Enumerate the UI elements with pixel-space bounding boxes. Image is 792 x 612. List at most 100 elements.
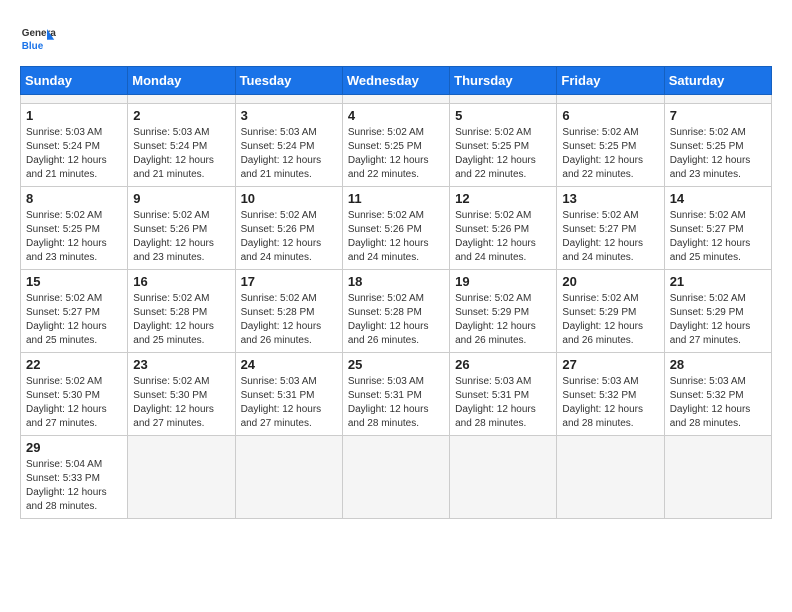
- day-number: 13: [562, 191, 658, 206]
- header-wednesday: Wednesday: [342, 67, 449, 95]
- day-info: Sunrise: 5:03 AM Sunset: 5:24 PM Dayligh…: [133, 126, 229, 182]
- day-info: Sunrise: 5:02 AM Sunset: 5:29 PM Dayligh…: [670, 292, 766, 348]
- calendar-day: [235, 95, 342, 104]
- calendar-day: 5 Sunrise: 5:02 AM Sunset: 5:25 PM Daylig…: [450, 104, 557, 187]
- day-number: 23: [133, 357, 229, 372]
- day-info: Sunrise: 5:02 AM Sunset: 5:25 PM Dayligh…: [348, 126, 444, 182]
- day-info: Sunrise: 5:02 AM Sunset: 5:27 PM Dayligh…: [562, 209, 658, 265]
- day-number: 25: [348, 357, 444, 372]
- day-info: Sunrise: 5:04 AM Sunset: 5:33 PM Dayligh…: [26, 458, 122, 514]
- day-number: 16: [133, 274, 229, 289]
- day-number: 15: [26, 274, 122, 289]
- day-info: Sunrise: 5:03 AM Sunset: 5:31 PM Dayligh…: [348, 375, 444, 431]
- calendar-day: 8 Sunrise: 5:02 AM Sunset: 5:25 PM Daylig…: [21, 187, 128, 270]
- calendar-day: 27Sunrise: 5:03 AM Sunset: 5:32 PM Dayli…: [557, 353, 664, 436]
- calendar-day: [342, 95, 449, 104]
- calendar-day: 26Sunrise: 5:03 AM Sunset: 5:31 PM Dayli…: [450, 353, 557, 436]
- day-number: 12: [455, 191, 551, 206]
- day-number: 2: [133, 108, 229, 123]
- day-info: Sunrise: 5:02 AM Sunset: 5:27 PM Dayligh…: [26, 292, 122, 348]
- day-number: 9: [133, 191, 229, 206]
- calendar-day: 1 Sunrise: 5:03 AM Sunset: 5:24 PM Daylig…: [21, 104, 128, 187]
- day-info: Sunrise: 5:03 AM Sunset: 5:24 PM Dayligh…: [241, 126, 337, 182]
- calendar-day: 17 Sunrise: 5:02 AM Sunset: 5:28 PM Dayli…: [235, 270, 342, 353]
- day-number: 20: [562, 274, 658, 289]
- day-info: Sunrise: 5:02 AM Sunset: 5:27 PM Dayligh…: [670, 209, 766, 265]
- calendar-day: 20Sunrise: 5:02 AM Sunset: 5:29 PM Dayli…: [557, 270, 664, 353]
- calendar-day: [450, 436, 557, 519]
- day-number: 28: [670, 357, 766, 372]
- calendar-week-row: 29 Sunrise: 5:04 AM Sunset: 5:33 PM Dayli…: [21, 436, 772, 519]
- calendar-day: 19 Sunrise: 5:02 AM Sunset: 5:29 PM Dayli…: [450, 270, 557, 353]
- calendar-day: [21, 95, 128, 104]
- day-info: Sunrise: 5:03 AM Sunset: 5:24 PM Dayligh…: [26, 126, 122, 182]
- header-saturday: Saturday: [664, 67, 771, 95]
- day-number: 22: [26, 357, 122, 372]
- day-number: 19: [455, 274, 551, 289]
- calendar-day: 13 Sunrise: 5:02 AM Sunset: 5:27 PM Dayli…: [557, 187, 664, 270]
- day-info: Sunrise: 5:03 AM Sunset: 5:32 PM Dayligh…: [562, 375, 658, 431]
- day-info: Sunrise: 5:02 AM Sunset: 5:25 PM Dayligh…: [562, 126, 658, 182]
- day-info: Sunrise: 5:02 AM Sunset: 5:26 PM Dayligh…: [348, 209, 444, 265]
- calendar-day: 6 Sunrise: 5:02 AM Sunset: 5:25 PM Daylig…: [557, 104, 664, 187]
- day-number: 10: [241, 191, 337, 206]
- day-info: Sunrise: 5:02 AM Sunset: 5:25 PM Dayligh…: [26, 209, 122, 265]
- calendar-day: 24 Sunrise: 5:03 AM Sunset: 5:31 PM Dayli…: [235, 353, 342, 436]
- calendar-day: 25 Sunrise: 5:03 AM Sunset: 5:31 PM Dayli…: [342, 353, 449, 436]
- day-info: Sunrise: 5:03 AM Sunset: 5:32 PM Dayligh…: [670, 375, 766, 431]
- calendar-day: 9 Sunrise: 5:02 AM Sunset: 5:26 PM Daylig…: [128, 187, 235, 270]
- weekday-header-row: Sunday Monday Tuesday Wednesday Thursday…: [21, 67, 772, 95]
- logo: General Blue: [20, 20, 56, 56]
- calendar-day: 29 Sunrise: 5:04 AM Sunset: 5:33 PM Dayli…: [21, 436, 128, 519]
- day-info: Sunrise: 5:02 AM Sunset: 5:25 PM Dayligh…: [670, 126, 766, 182]
- calendar-week-row: [21, 95, 772, 104]
- calendar-day: 10Sunrise: 5:02 AM Sunset: 5:26 PM Dayli…: [235, 187, 342, 270]
- calendar-day: [557, 436, 664, 519]
- calendar-day: 11 Sunrise: 5:02 AM Sunset: 5:26 PM Dayli…: [342, 187, 449, 270]
- day-info: Sunrise: 5:02 AM Sunset: 5:29 PM Dayligh…: [455, 292, 551, 348]
- header-sunday: Sunday: [21, 67, 128, 95]
- calendar-day: 23 Sunrise: 5:02 AM Sunset: 5:30 PM Dayli…: [128, 353, 235, 436]
- header-thursday: Thursday: [450, 67, 557, 95]
- day-info: Sunrise: 5:03 AM Sunset: 5:31 PM Dayligh…: [241, 375, 337, 431]
- calendar-day: 2 Sunrise: 5:03 AM Sunset: 5:24 PM Daylig…: [128, 104, 235, 187]
- calendar-day: [128, 436, 235, 519]
- day-number: 5: [455, 108, 551, 123]
- day-number: 1: [26, 108, 122, 123]
- day-info: Sunrise: 5:02 AM Sunset: 5:30 PM Dayligh…: [133, 375, 229, 431]
- calendar-day: 28 Sunrise: 5:03 AM Sunset: 5:32 PM Dayli…: [664, 353, 771, 436]
- day-number: 11: [348, 191, 444, 206]
- calendar-day: [664, 95, 771, 104]
- calendar-day: [664, 436, 771, 519]
- calendar-week-row: 15 Sunrise: 5:02 AM Sunset: 5:27 PM Dayli…: [21, 270, 772, 353]
- day-number: 8: [26, 191, 122, 206]
- calendar-day: 7Sunrise: 5:02 AM Sunset: 5:25 PM Daylig…: [664, 104, 771, 187]
- day-info: Sunrise: 5:02 AM Sunset: 5:28 PM Dayligh…: [348, 292, 444, 348]
- day-number: 6: [562, 108, 658, 123]
- calendar-week-row: 1 Sunrise: 5:03 AM Sunset: 5:24 PM Daylig…: [21, 104, 772, 187]
- calendar-day: 16 Sunrise: 5:02 AM Sunset: 5:28 PM Dayli…: [128, 270, 235, 353]
- calendar-week-row: 22 Sunrise: 5:02 AM Sunset: 5:30 PM Dayli…: [21, 353, 772, 436]
- day-info: Sunrise: 5:02 AM Sunset: 5:26 PM Dayligh…: [133, 209, 229, 265]
- calendar-day: [557, 95, 664, 104]
- header: General Blue: [20, 20, 772, 56]
- calendar-day: 15 Sunrise: 5:02 AM Sunset: 5:27 PM Dayli…: [21, 270, 128, 353]
- day-number: 17: [241, 274, 337, 289]
- calendar-day: 22 Sunrise: 5:02 AM Sunset: 5:30 PM Dayli…: [21, 353, 128, 436]
- calendar: Sunday Monday Tuesday Wednesday Thursday…: [20, 66, 772, 519]
- day-number: 24: [241, 357, 337, 372]
- day-number: 3: [241, 108, 337, 123]
- day-info: Sunrise: 5:02 AM Sunset: 5:28 PM Dayligh…: [241, 292, 337, 348]
- calendar-day: 12Sunrise: 5:02 AM Sunset: 5:26 PM Dayli…: [450, 187, 557, 270]
- day-number: 29: [26, 440, 122, 455]
- calendar-day: [342, 436, 449, 519]
- calendar-day: 21Sunrise: 5:02 AM Sunset: 5:29 PM Dayli…: [664, 270, 771, 353]
- header-tuesday: Tuesday: [235, 67, 342, 95]
- calendar-day: [450, 95, 557, 104]
- day-info: Sunrise: 5:02 AM Sunset: 5:28 PM Dayligh…: [133, 292, 229, 348]
- day-number: 26: [455, 357, 551, 372]
- day-info: Sunrise: 5:02 AM Sunset: 5:25 PM Dayligh…: [455, 126, 551, 182]
- calendar-week-row: 8 Sunrise: 5:02 AM Sunset: 5:25 PM Daylig…: [21, 187, 772, 270]
- calendar-day: 18Sunrise: 5:02 AM Sunset: 5:28 PM Dayli…: [342, 270, 449, 353]
- day-info: Sunrise: 5:02 AM Sunset: 5:30 PM Dayligh…: [26, 375, 122, 431]
